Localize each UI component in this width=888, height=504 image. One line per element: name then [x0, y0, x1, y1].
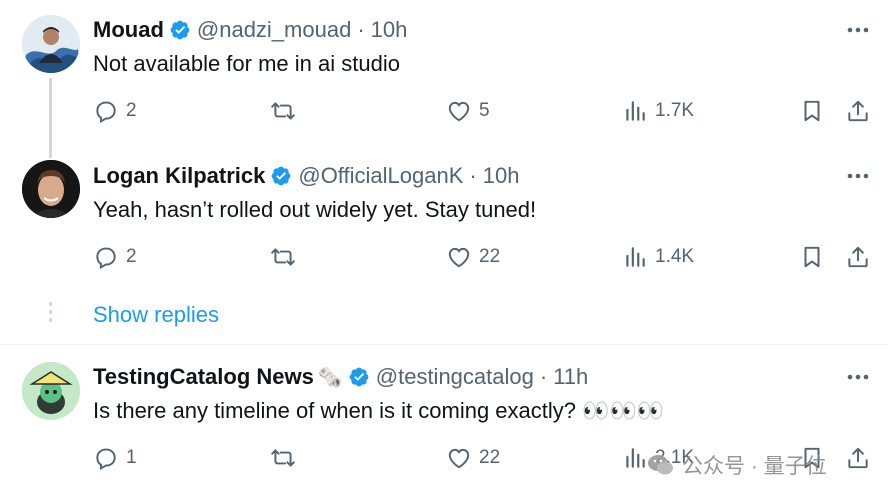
share-button[interactable] [845, 242, 871, 272]
show-replies-link[interactable]: Show replies [93, 302, 219, 328]
reply-icon [96, 448, 116, 470]
tweet-text: Yeah, hasn’t rolled out widely yet. Stay… [93, 197, 537, 222]
views-icon [626, 247, 645, 267]
separator: · [357, 17, 365, 42]
verified-icon [170, 20, 190, 40]
author-handle[interactable]: @testingcatalog [376, 364, 534, 390]
like-icon [448, 101, 470, 122]
bookmark-button[interactable] [799, 96, 825, 126]
more-icon[interactable] [843, 166, 873, 186]
tweet-text: Not available for me in ai studio [93, 51, 400, 76]
share-icon [848, 100, 868, 122]
like-count: 22 [479, 447, 501, 468]
author-name[interactable]: Logan Kilpatrick [93, 163, 265, 189]
author-handle[interactable]: @OfficialLoganK [298, 163, 463, 189]
like-button[interactable]: 5 [446, 96, 490, 126]
retweet-icon [271, 248, 295, 266]
avatar-testingcatalog[interactable] [22, 362, 80, 420]
tweet-text: Is there any timeline of when is it comi… [93, 398, 665, 423]
like-count: 22 [479, 246, 501, 267]
retweet-icon [271, 449, 295, 467]
watermark: 公众号 · 量子位 [646, 450, 827, 480]
reply-icon [96, 247, 116, 269]
more-icon[interactable] [843, 367, 873, 387]
like-button[interactable]: 22 [446, 242, 500, 272]
share-icon [848, 246, 868, 268]
reply-button[interactable]: 1 [93, 443, 137, 473]
bookmark-icon [804, 246, 820, 268]
like-icon [448, 448, 470, 469]
reply-count: 2 [126, 100, 137, 121]
retweet-button[interactable] [270, 96, 296, 126]
view-count: 1.7K [655, 100, 695, 121]
separator: · [539, 364, 548, 389]
retweet-button[interactable] [270, 443, 296, 473]
tweet-header: Logan Kilpatrick @OfficialLoganK · 10h [93, 161, 519, 191]
reply-count: 1 [126, 447, 137, 468]
author-name[interactable]: Mouad [93, 17, 164, 43]
watermark-text: 公众号 · 量子位 [682, 455, 827, 478]
verified-icon [349, 367, 369, 387]
like-button[interactable]: 22 [446, 443, 500, 473]
newspaper-icon: 🗞️ [317, 366, 343, 389]
share-button[interactable] [845, 96, 871, 126]
author-handle[interactable]: @nadzi_mouad [197, 17, 351, 43]
timestamp[interactable]: 11h [553, 364, 588, 390]
wechat-icon [648, 455, 673, 475]
reply-button[interactable]: 2 [93, 96, 137, 126]
more-icon[interactable] [843, 20, 873, 40]
reply-button[interactable]: 2 [93, 242, 137, 272]
views-button[interactable]: 1.4K [622, 242, 694, 272]
tweet-actions: 2 5 1.7K [0, 96, 888, 126]
share-icon [848, 447, 868, 469]
views-icon [626, 448, 645, 468]
thread-dotted-line [49, 302, 52, 326]
divider [0, 344, 888, 345]
tweet-actions: 2 22 1.4K [0, 242, 888, 272]
share-button[interactable] [845, 443, 871, 473]
verified-icon [271, 166, 291, 186]
tweet-header: TestingCatalog News 🗞️ @testingcatalog ·… [93, 362, 588, 392]
reply-count: 2 [126, 246, 137, 267]
avatar-mouad[interactable] [22, 15, 80, 73]
author-name[interactable]: TestingCatalog News [93, 364, 314, 390]
view-count: 1.4K [655, 246, 695, 267]
reply-icon [96, 101, 116, 123]
views-button[interactable]: 1.7K [622, 96, 694, 126]
like-icon [448, 247, 470, 268]
bookmark-icon [804, 100, 820, 122]
timestamp[interactable]: 10h [371, 17, 408, 43]
separator: · [469, 163, 477, 188]
bookmark-button[interactable] [799, 242, 825, 272]
timestamp[interactable]: 10h [483, 163, 520, 189]
avatar-logan[interactable] [22, 160, 80, 218]
like-count: 5 [479, 100, 490, 121]
retweet-icon [271, 102, 295, 120]
tweet-header: Mouad @nadzi_mouad · 10h [93, 15, 407, 45]
retweet-button[interactable] [270, 242, 296, 272]
views-icon [626, 101, 645, 121]
